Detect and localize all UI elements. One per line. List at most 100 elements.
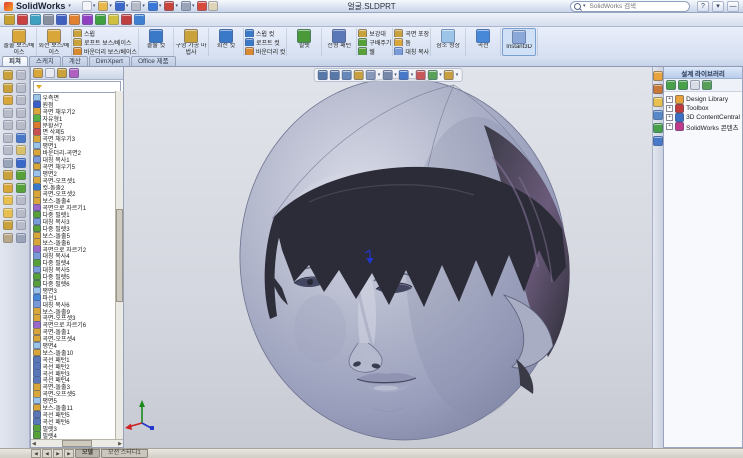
feature-tree-item[interactable]: 곡면으로 자르기2: [33, 246, 123, 253]
solidworks-resources-icon[interactable]: [653, 71, 663, 81]
hide-show-items-icon[interactable]: [399, 70, 409, 80]
scene-icon-1[interactable]: [16, 170, 26, 180]
swept-cut-button[interactable]: 스윕 컷: [245, 29, 285, 37]
feature-tree-item[interactable]: 보스-돌출10: [33, 349, 123, 356]
command-tab[interactable]: DimXpert: [89, 56, 130, 66]
feature-tree-item[interactable]: 대칭 복사6: [33, 301, 123, 308]
scroll-left-icon[interactable]: ◀: [32, 441, 36, 447]
swept-boss-base-button[interactable]: 스윕: [73, 29, 137, 37]
feature-tree-item[interactable]: 우측면: [33, 94, 123, 101]
custom-properties-icon[interactable]: [653, 136, 663, 146]
feature-tree-item[interactable]: 곡면으로 자르기6: [33, 321, 123, 328]
surface-knit-icon[interactable]: [3, 183, 13, 193]
rib-button[interactable]: 보강대: [358, 29, 391, 37]
mirror-button[interactable]: 대칭 복사: [394, 47, 429, 55]
feature-tree-item[interactable]: 곡면으로 자르기1: [33, 204, 123, 211]
tree-filter[interactable]: [33, 81, 121, 93]
edit-appearance-icon[interactable]: [415, 70, 425, 80]
feature-tree-item[interactable]: 보스-돌출11: [33, 404, 123, 411]
feature-tree-item[interactable]: 대칭 복사5: [33, 266, 123, 273]
lofted-cut-button[interactable]: 로프트 컷: [245, 38, 285, 46]
open-icon[interactable]: [98, 1, 108, 11]
command-tab[interactable]: 계산: [62, 56, 88, 66]
feature-tree-item[interactable]: 곡면-오프셋2: [33, 190, 123, 197]
shell-button[interactable]: 쉘: [358, 47, 391, 55]
feature-tree-item[interactable]: 다중 필렛4: [33, 259, 123, 266]
expand-button[interactable]: ▾: [712, 1, 724, 12]
feature-tree-item[interactable]: 파선1: [33, 294, 123, 301]
feature-tree-item[interactable]: 분할선7: [33, 122, 123, 129]
custom-toolbar-icon-1[interactable]: [4, 14, 15, 25]
tab-scroll-prev-icon[interactable]: ◀: [42, 449, 52, 458]
library-tree-item[interactable]: + SolidWorks 콘텐츠: [666, 122, 740, 131]
feature-tree-item[interactable]: 곡선 패턴6: [33, 418, 123, 425]
view-settings-icon[interactable]: [444, 70, 454, 80]
scroll-right-icon[interactable]: ▶: [118, 441, 122, 447]
surface-planar-icon[interactable]: [3, 145, 13, 155]
dropdown-caret-icon[interactable]: ▾: [378, 72, 381, 78]
scene-icon-4[interactable]: [16, 208, 26, 218]
tree-vertical-scrollbar[interactable]: [115, 91, 123, 439]
surface-offset-icon[interactable]: [3, 158, 13, 168]
section-view-icon[interactable]: [354, 70, 364, 80]
feature-tree-item[interactable]: 평면1: [33, 142, 123, 149]
custom-toolbar-icon-11[interactable]: [134, 14, 145, 25]
dropdown-caret-icon[interactable]: ▾: [126, 4, 129, 9]
rebuild-icon[interactable]: [164, 1, 174, 11]
feature-tree-item[interactable]: 바운더리-곡면2: [33, 149, 123, 156]
surface-trim-icon[interactable]: [3, 195, 13, 205]
wrap-button[interactable]: 곡면 포장: [394, 29, 429, 37]
scroll-thumb[interactable]: [62, 440, 92, 447]
feature-tree-item[interactable]: 다중 필렛5: [33, 273, 123, 280]
feature-tree-item[interactable]: 곡면-돌출1: [33, 328, 123, 335]
view-orientation-icon[interactable]: [366, 70, 376, 80]
surface-extrude-icon[interactable]: [3, 70, 13, 80]
tree-horizontal-scrollbar[interactable]: ◀ ▶: [31, 439, 123, 447]
minimize-button[interactable]: —: [727, 1, 739, 12]
revolved-cut-button[interactable]: 회전 컷: [210, 28, 242, 56]
custom-toolbar-icon-4[interactable]: [43, 14, 54, 25]
feature-tree-item[interactable]: 평면4: [33, 342, 123, 349]
note-icon[interactable]: [16, 145, 26, 155]
dropdown-caret-icon[interactable]: ▾: [456, 72, 459, 78]
face-model[interactable]: [124, 67, 652, 448]
instant3d-button[interactable]: Instant3D: [502, 28, 536, 56]
tab-scroll-first-icon[interactable]: ◀: [31, 449, 41, 458]
design-library-tab-icon[interactable]: [653, 84, 663, 94]
custom-toolbar-icon-5[interactable]: [56, 14, 67, 25]
lofted-boss-base-button[interactable]: 로프트 보스/베이스: [73, 38, 137, 46]
expand-icon[interactable]: +: [666, 96, 673, 103]
sketch-tool-icon-3[interactable]: [16, 95, 26, 105]
feature-tree-item[interactable]: 곡면-오프셋1: [33, 177, 123, 184]
zoom-area-icon[interactable]: [330, 70, 340, 80]
custom-toolbar-icon-3[interactable]: [30, 14, 41, 25]
sketch-tool-icon-2[interactable]: [16, 83, 26, 93]
dropdown-caret-icon[interactable]: ▾: [439, 72, 442, 78]
bottom-tab[interactable]: 모델: [75, 449, 100, 458]
dimxpertmanager-tab-icon[interactable]: [69, 68, 79, 78]
feature-tree-item[interactable]: 보스-돌출9: [33, 308, 123, 315]
feature-tree-item[interactable]: 보스-돌출6: [33, 239, 123, 246]
dropdown-caret-icon[interactable]: ▾: [411, 72, 414, 78]
tab-scroll-next-icon[interactable]: ▶: [53, 449, 63, 458]
feature-tree-item[interactable]: 컷-돌출2: [33, 184, 123, 191]
dropdown-caret-icon[interactable]: ▾: [159, 4, 162, 9]
feature-tree-item[interactable]: 곡면 채우기2: [33, 108, 123, 115]
surface-loft-icon[interactable]: [3, 108, 13, 118]
scroll-thumb[interactable]: [116, 209, 123, 301]
surface-radiate-icon[interactable]: [3, 170, 13, 180]
save-small-icon[interactable]: [16, 158, 26, 168]
sketch-tool-icon-5[interactable]: [16, 120, 26, 130]
featuremanager-tab-icon[interactable]: [33, 68, 43, 78]
curves-button[interactable]: 곡선: [467, 28, 499, 56]
scene-icon-3[interactable]: [16, 195, 26, 205]
feature-tree-item[interactable]: 곡선 패턴1: [33, 356, 123, 363]
feature-tree-item[interactable]: 대칭 복사1: [33, 156, 123, 163]
draft-button[interactable]: 구배주기: [358, 38, 391, 46]
feature-tree-item[interactable]: 평면5: [33, 397, 123, 404]
feature-tree-item[interactable]: 곡면 채우기5: [33, 163, 123, 170]
dropdown-caret-icon[interactable]: ▾: [109, 4, 112, 9]
custom-toolbar-icon-8[interactable]: [95, 14, 106, 25]
disabled-icon[interactable]: [690, 80, 700, 90]
new-document-icon[interactable]: [82, 1, 92, 11]
